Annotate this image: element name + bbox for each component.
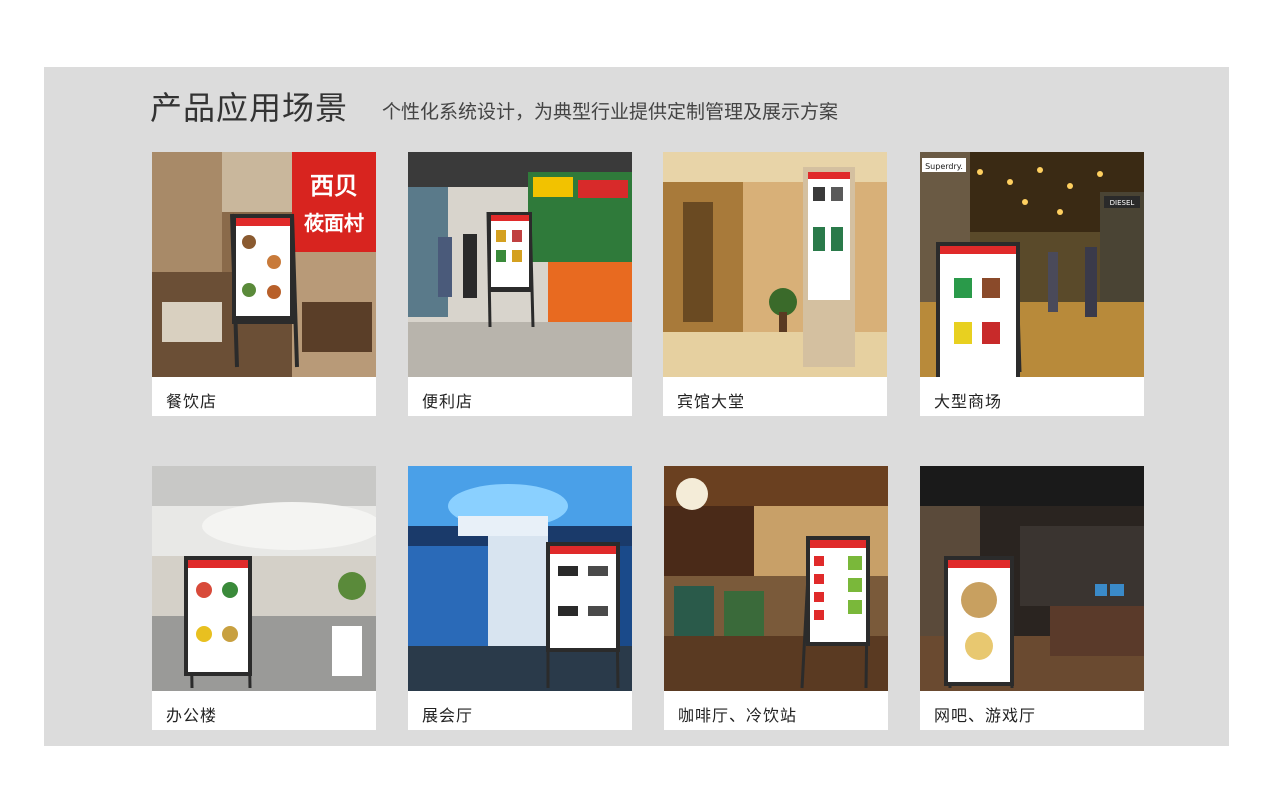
scene-photo-office-building: [152, 466, 376, 691]
scene-label: 宾馆大堂: [677, 392, 746, 411]
scene-label: 餐饮店: [166, 392, 218, 411]
scene-card-hotel-lobby[interactable]: 宾馆大堂: [663, 152, 887, 416]
section-subtitle: 个性化系统设计，为典型行业提供定制管理及展示方案: [382, 101, 839, 123]
scene-label: 咖啡厅、冷饮站: [678, 706, 798, 725]
store-sign-superdry: Superdry.: [925, 162, 963, 171]
scene-photo-cafe: [664, 466, 888, 691]
scene-photo-restaurant: 西贝 莜面村: [152, 152, 376, 377]
scene-card-internet-cafe[interactable]: 网吧、游戏厅: [920, 466, 1144, 730]
scene-card-cafe[interactable]: 咖啡厅、冷饮站: [664, 466, 888, 730]
scene-label: 网吧、游戏厅: [934, 706, 1037, 725]
scene-card-shopping-mall[interactable]: Superdry. DIESEL 大型商场: [920, 152, 1144, 416]
sign-text-2: 莜面村: [304, 211, 364, 235]
scene-label: 大型商场: [934, 392, 1003, 411]
scene-label: 展会厅: [422, 706, 474, 725]
scene-card-office-building[interactable]: 办公楼: [152, 466, 376, 730]
scene-label: 办公楼: [166, 706, 218, 725]
scene-card-convenience-store[interactable]: 便利店: [408, 152, 632, 416]
scene-photo-convenience-store: [408, 152, 632, 377]
store-sign-diesel: DIESEL: [1110, 199, 1135, 207]
scene-photo-exhibition-hall: [408, 466, 632, 691]
sign-text-1: 西贝: [310, 172, 358, 200]
scene-card-exhibition-hall[interactable]: 展会厅: [408, 466, 632, 730]
scene-photo-internet-cafe: [920, 466, 1144, 691]
scene-label: 便利店: [422, 392, 474, 411]
scene-card-restaurant[interactable]: 西贝 莜面村 餐饮店: [152, 152, 376, 416]
scene-photo-hotel-lobby: [663, 152, 887, 377]
section-title: 产品应用场景: [150, 89, 349, 127]
scene-photo-shopping-mall: Superdry. DIESEL: [920, 152, 1144, 377]
